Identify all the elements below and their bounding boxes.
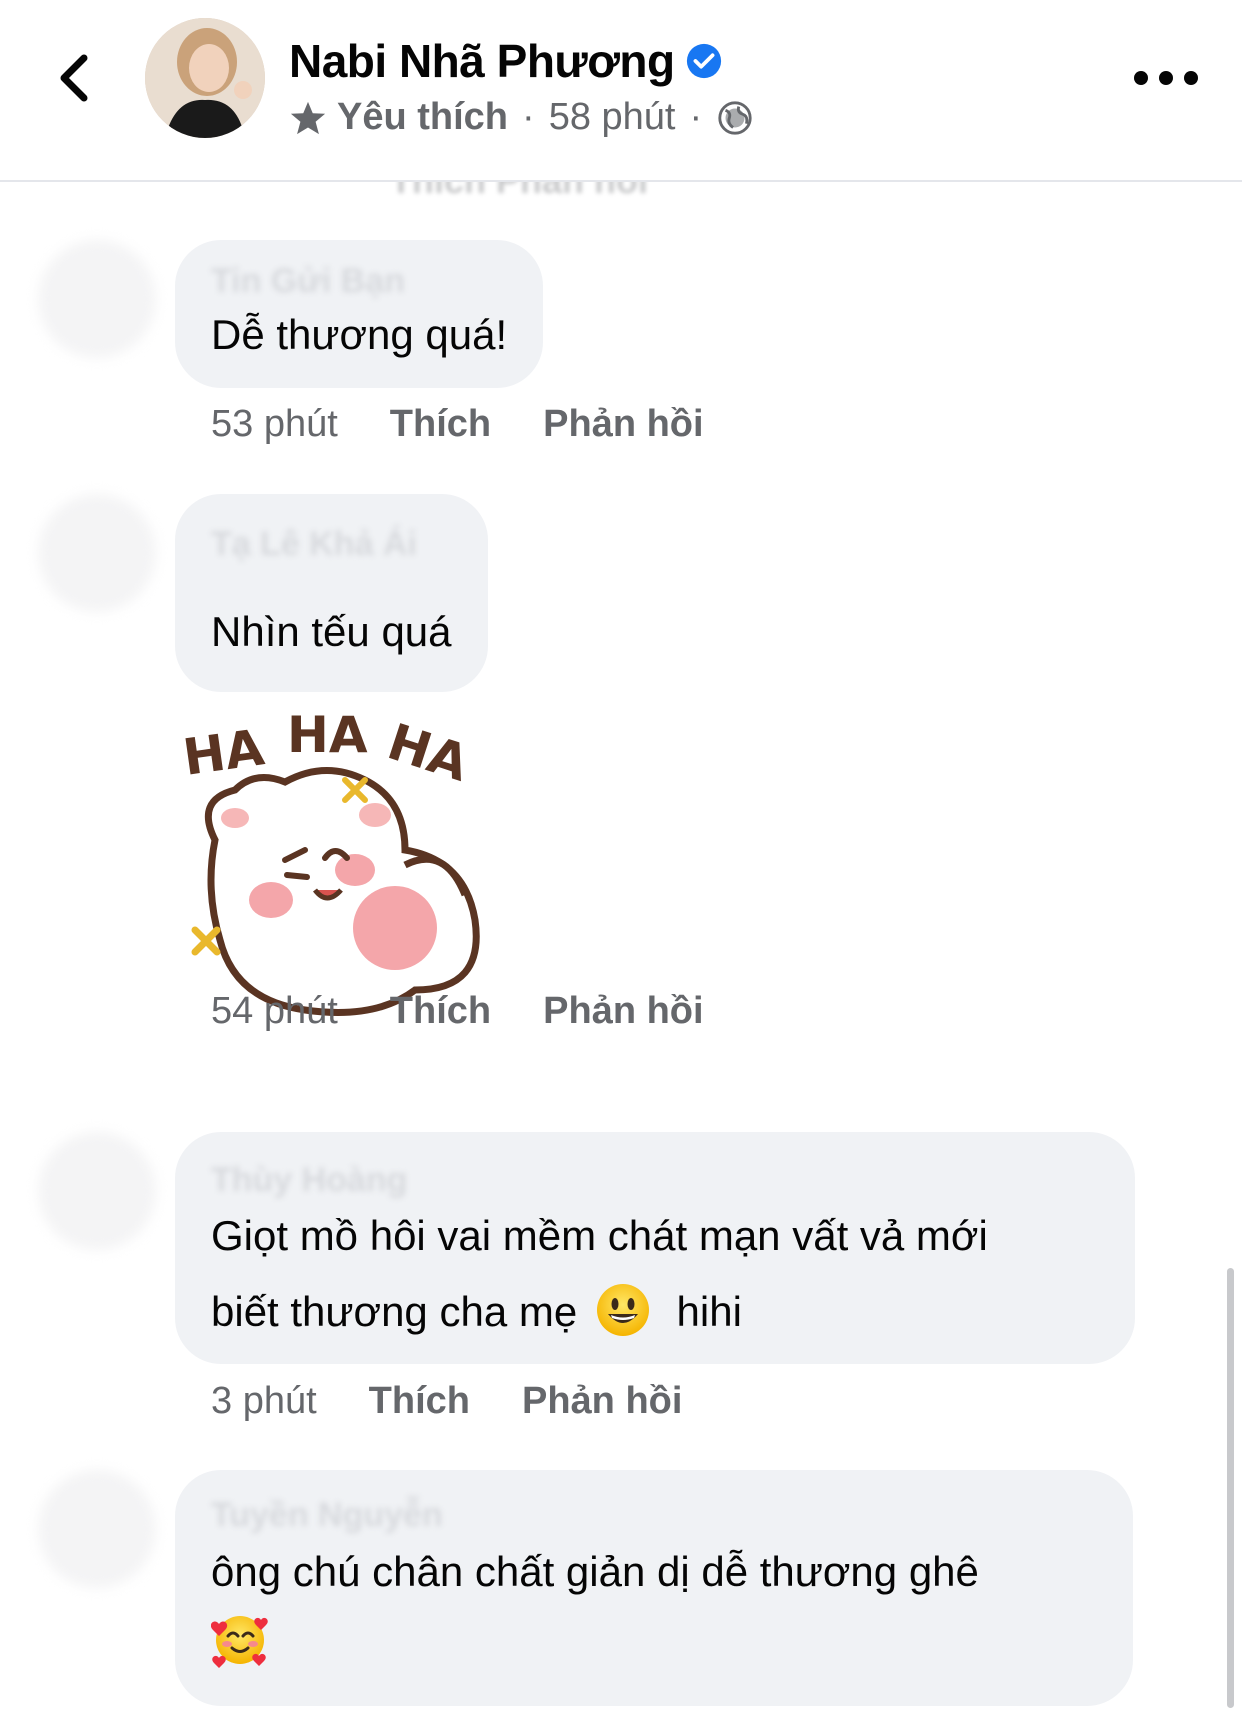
page-title[interactable]: Nabi Nhã Phương [289,34,723,88]
sticker-text: HA [381,713,476,793]
commenter-avatar[interactable] [38,1132,156,1250]
like-button[interactable]: Thích [369,1380,470,1423]
comment-text-part: biết thương cha mẹ [211,1288,578,1335]
more-dot-icon [1184,71,1198,85]
comment-time[interactable]: 54 phút [211,990,338,1033]
post-time[interactable]: 58 phút [549,96,676,139]
comment-text-line2: biết thương cha mẹ hihi [211,1274,1099,1350]
meta-separator-2: · [689,96,703,138]
page-avatar[interactable] [145,18,265,138]
comment-text-line1: Giọt mồ hôi vai mềm chát mạn vất vả mới [211,1212,988,1259]
commenter-name[interactable]: Tạ Lê Khả Ái [211,520,452,568]
comment-text: Dễ thương quá! [211,311,508,358]
comment-actions: 3 phút Thích Phản hồi [211,1380,734,1423]
comment-actions: 53 phút Thích Phản hồi [211,403,756,446]
commenter-name[interactable]: Thùy Hoàng [211,1158,1099,1202]
reply-button[interactable]: Phản hồi [543,403,703,446]
commenter-avatar[interactable] [38,240,156,358]
like-button[interactable]: Thích [390,403,491,446]
star-icon [290,101,326,134]
comment-time[interactable]: 53 phút [211,403,338,446]
avatar-image [145,18,265,138]
page-name-text[interactable]: Nabi Nhã Phương [289,34,675,88]
like-button[interactable]: Thích [390,990,491,1033]
reply-button[interactable]: Phản hồi [543,990,703,1033]
post-meta: Yêu thích · 58 phút · [289,96,754,139]
favorite-label: Yêu thích [337,96,509,138]
reply-button[interactable]: Phản hồi [522,1380,682,1423]
commenter-avatar[interactable] [38,494,156,612]
comment-bubble[interactable]: Tin Gửi Bạn Dễ thương quá! [175,240,544,388]
scrollbar-thumb[interactable] [1227,1268,1234,1708]
comment-text: ông chú chân chất giản dị dễ thương ghê [211,1548,979,1595]
more-dot-icon [1159,71,1173,85]
smiling-face-icon [596,1284,649,1336]
commenter-name[interactable]: Tuyền Nguyễn [211,1494,1097,1536]
comment-bubble[interactable]: Thùy Hoàng Giọt mồ hôi vai mềm chát mạn … [175,1132,1135,1364]
comment-text-part: hihi [676,1288,742,1335]
commenter-avatar[interactable] [38,1470,156,1588]
comment-bubble[interactable]: Tuyền Nguyễn ông chú chân chất giản dị d… [175,1470,1133,1706]
comment-text: Nhìn tếu quá [211,608,452,655]
comment-time[interactable]: 3 phút [211,1380,317,1423]
post-header: Nabi Nhã Phương Yêu thích · 58 phút · [0,0,1242,182]
more-dot-icon [1134,71,1148,85]
comment-actions: 54 phút Thích Phản hồi [211,990,756,1033]
haha-bunny-sticker[interactable]: HA HA HA [175,690,505,1030]
chevron-left-icon [60,54,88,102]
comment-bubble[interactable]: Tạ Lê Khả Ái Nhìn tếu quá [175,494,488,692]
verified-badge-icon [686,43,721,79]
meta-separator: · [522,96,535,138]
globe-icon [718,100,752,135]
back-button[interactable] [44,48,104,108]
sticker-text: HA [287,706,368,764]
commenter-name[interactable]: Tin Gửi Bạn [211,262,507,301]
more-options-button[interactable] [1134,60,1198,96]
smiling-face-with-hearts-icon [211,1616,268,1668]
